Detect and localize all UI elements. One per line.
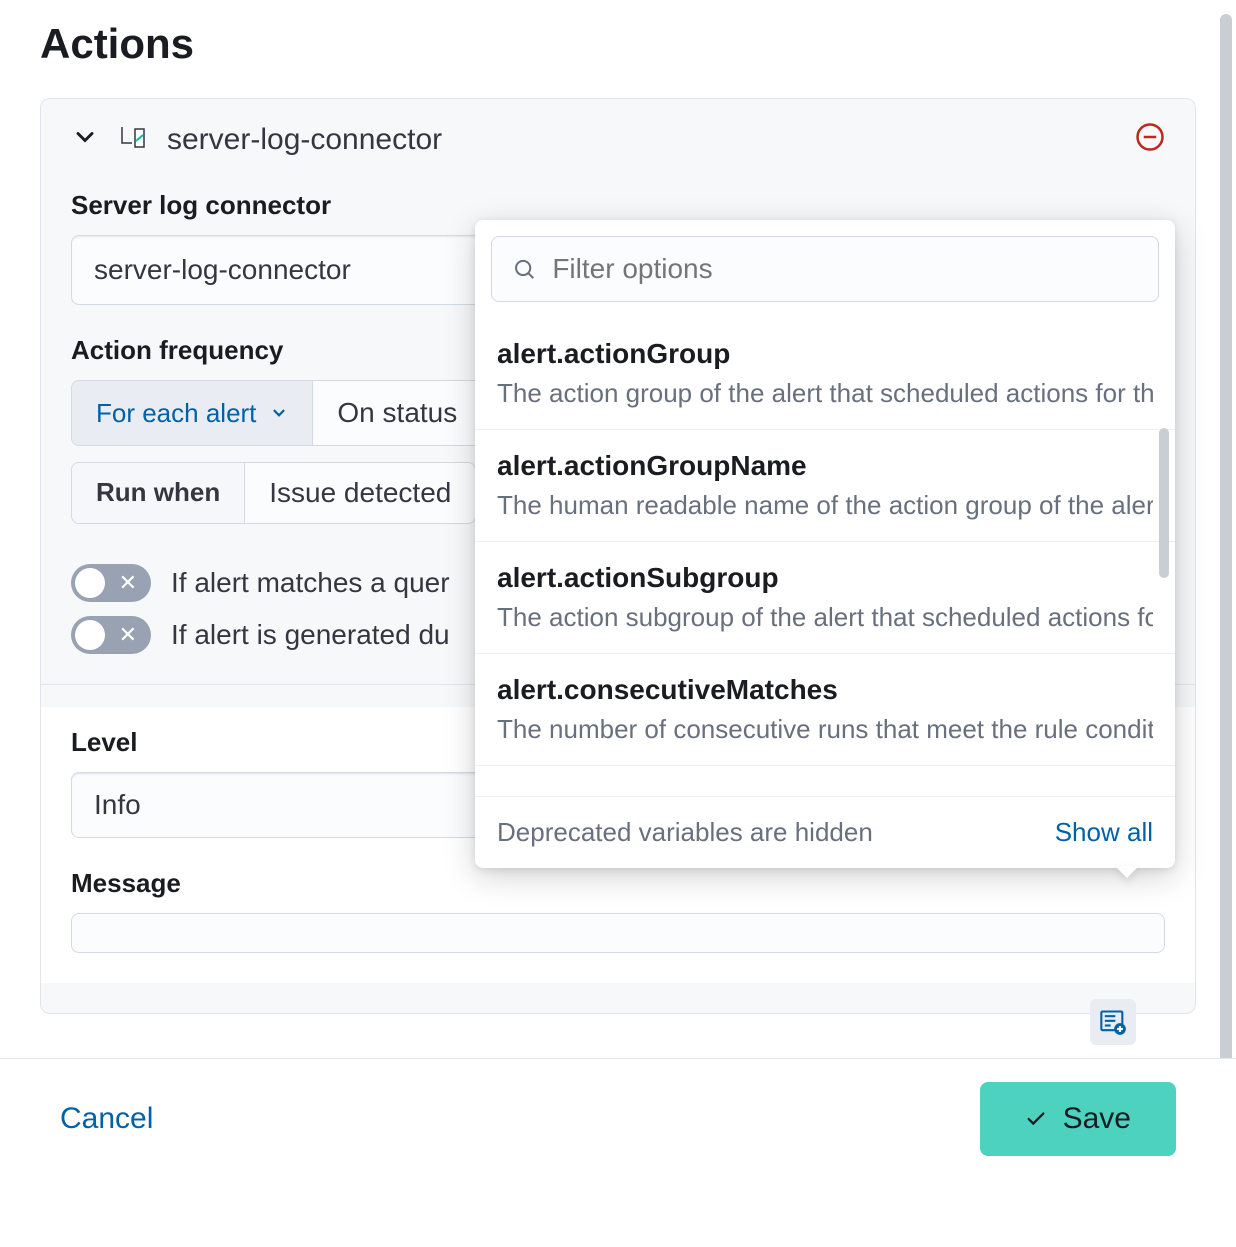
filter-search-box[interactable] (491, 236, 1159, 302)
variable-option[interactable]: alert.actionSubgroup The action subgroup… (475, 542, 1175, 654)
save-label: Save (1063, 1102, 1131, 1136)
frequency-mode-label: For each alert (96, 398, 256, 429)
save-button[interactable]: Save (980, 1082, 1176, 1156)
filter-input[interactable] (552, 253, 1138, 285)
cancel-button[interactable]: Cancel (60, 1102, 153, 1136)
check-icon (1025, 1108, 1047, 1130)
toggle-match-query[interactable]: ✕ (71, 564, 151, 602)
variable-desc: The action subgroup of the alert that sc… (497, 602, 1153, 633)
variable-title: alert.actionSubgroup (497, 562, 1153, 594)
popover-tail (1115, 866, 1139, 878)
page-scrollbar[interactable] (1220, 14, 1232, 1084)
popover-scrollbar[interactable] (1159, 428, 1169, 578)
insert-icon (1099, 1008, 1127, 1036)
search-icon (512, 256, 536, 282)
insert-variable-button[interactable] (1090, 999, 1136, 1045)
run-when-label: Run when (72, 463, 245, 523)
close-icon: ✕ (119, 624, 137, 646)
panel-header[interactable]: server-log-connector (41, 99, 1195, 180)
remove-action-button[interactable] (1135, 122, 1165, 157)
variable-desc: The action group of the alert that sched… (497, 378, 1153, 409)
variable-title: alert.consecutiveMatches (497, 674, 1153, 706)
connector-field-label: Server log connector (71, 190, 1165, 221)
variable-option[interactable]: alert.actionGroup The action group of th… (475, 318, 1175, 430)
show-all-link[interactable]: Show all (1055, 817, 1153, 848)
message-textarea[interactable] (71, 913, 1165, 953)
close-icon: ✕ (119, 572, 137, 594)
variable-option[interactable]: alert.actionGroupName The human readable… (475, 430, 1175, 542)
message-label: Message (71, 868, 1165, 899)
page-title: Actions (40, 20, 1196, 68)
frequency-mode-dropdown[interactable]: For each alert (71, 380, 313, 446)
connector-icon (117, 121, 149, 158)
chevron-down-icon[interactable] (71, 123, 99, 156)
variable-popover: alert.actionGroup The action group of th… (475, 220, 1175, 868)
variable-option[interactable]: alert.consecutiveMatches The number of c… (475, 654, 1175, 766)
footer-bar: Cancel Save (0, 1058, 1236, 1178)
variable-desc: The human readable name of the action gr… (497, 490, 1153, 521)
toggle-during-time[interactable]: ✕ (71, 616, 151, 654)
variable-title: alert.actionGroupName (497, 450, 1153, 482)
toggle-match-query-label: If alert matches a quer (171, 567, 450, 599)
connector-name: server-log-connector (167, 123, 1117, 157)
run-when-value[interactable]: Issue detected (245, 463, 475, 523)
variable-title: alert.actionGroup (497, 338, 1153, 370)
deprecated-note: Deprecated variables are hidden (497, 817, 873, 848)
toggle-during-time-label: If alert is generated du (171, 619, 450, 651)
variable-desc: The number of consecutive runs that meet… (497, 714, 1153, 745)
